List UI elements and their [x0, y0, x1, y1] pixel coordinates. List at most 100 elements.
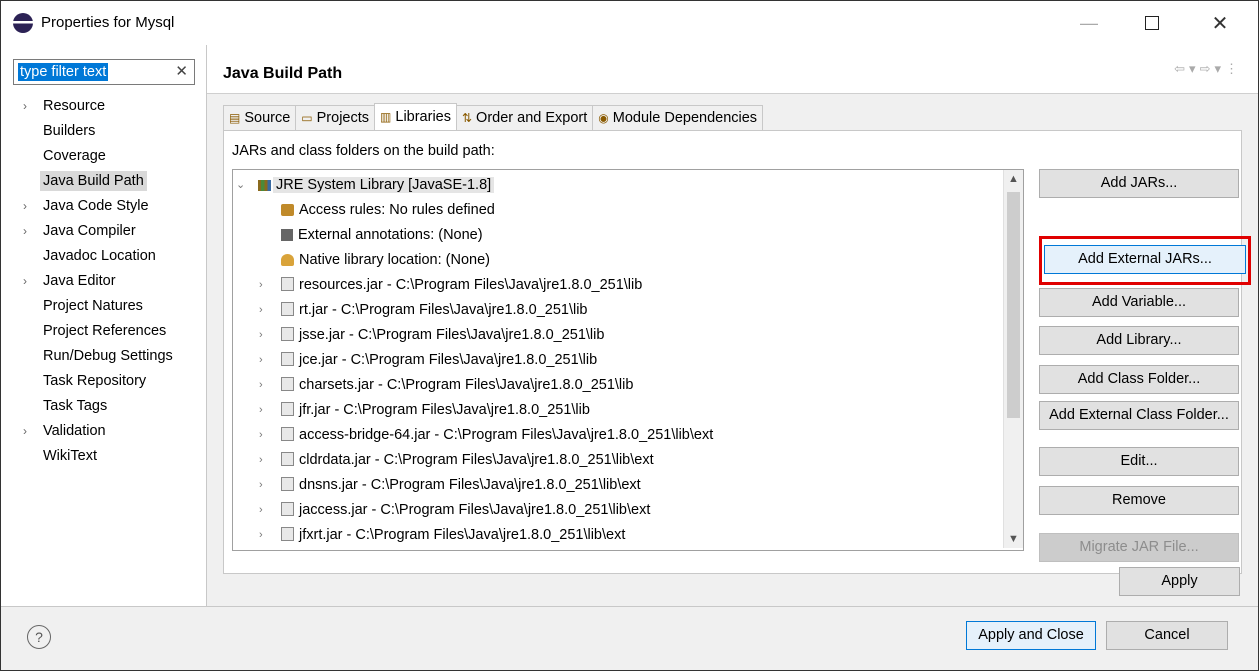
library-row[interactable]: › dnsns.jar - C:\Program Files\Java\jre1.… — [259, 473, 641, 498]
chevron-right-icon[interactable]: › — [259, 373, 263, 398]
cancel-button[interactable]: Cancel — [1106, 621, 1228, 650]
tab-order-and-export[interactable]: ⇅ Order and Export — [455, 105, 594, 130]
library-row[interactable]: › jfr.jar - C:\Program Files\Java\jre1.8.… — [259, 398, 590, 423]
nav-item[interactable]: Task Tags — [23, 394, 173, 419]
chevron-right-icon[interactable]: › — [259, 473, 263, 498]
nav-item[interactable]: Builders — [23, 119, 173, 144]
clear-filter-icon[interactable]: ✕ — [175, 62, 188, 80]
nav-item-label: Javadoc Location — [43, 248, 156, 264]
vertical-scrollbar[interactable]: ▲ ▼ — [1003, 170, 1023, 548]
chevron-right-icon[interactable]: › — [23, 219, 27, 244]
jar-icon — [281, 352, 294, 366]
chevron-right-icon[interactable]: › — [23, 194, 27, 219]
list-label: JARs and class folders on the build path… — [232, 143, 495, 159]
jar-icon — [281, 277, 294, 291]
chevron-right-icon[interactable]: › — [23, 419, 27, 444]
help-icon[interactable]: ? — [27, 625, 51, 649]
library-row[interactable]: › access-bridge-64.jar - C:\Program Files… — [259, 423, 714, 448]
add-external-class-folder-button[interactable]: Add External Class Folder... — [1039, 401, 1239, 430]
library-row-label: External annotations: (None) — [298, 227, 483, 243]
chevron-right-icon[interactable]: › — [259, 298, 263, 323]
library-row[interactable]: › jsse.jar - C:\Program Files\Java\jre1.8… — [259, 323, 604, 348]
library-row[interactable]: › cldrdata.jar - C:\Program Files\Java\jr… — [259, 448, 654, 473]
nav-item-label: Builders — [43, 123, 96, 139]
tab-source[interactable]: ▤ Source — [223, 105, 297, 130]
scroll-down-icon[interactable]: ▼ — [1004, 530, 1023, 548]
library-row[interactable]: › rt.jar - C:\Program Files\Java\jre1.8.0… — [259, 298, 588, 323]
library-row[interactable]: › charsets.jar - C:\Program Files\Java\jr… — [259, 373, 634, 398]
annotations-icon — [281, 229, 293, 241]
chevron-right-icon[interactable]: › — [259, 273, 263, 298]
property-nav-pane: type filter text ✕ › Resource Builders Cove… — [1, 45, 207, 606]
nav-item-label: Java Code Style — [43, 198, 149, 214]
history-nav-icons[interactable]: ⇦▾⇨▾⋮ — [1174, 61, 1242, 77]
nav-item[interactable]: Project Natures — [23, 294, 173, 319]
chevron-right-icon[interactable]: › — [23, 269, 27, 294]
tab-label: Projects — [316, 110, 370, 126]
library-tree[interactable]: ▲ ▼ ⌄ JRE System Library [JavaSE-1.8] Acce… — [232, 169, 1024, 551]
minimize-button[interactable]: — — [1066, 1, 1112, 45]
eclipse-icon — [13, 13, 33, 33]
chevron-right-icon[interactable]: › — [259, 323, 263, 348]
scroll-thumb[interactable] — [1007, 192, 1020, 418]
library-row-label: dnsns.jar - C:\Program Files\Java\jre1.8… — [299, 477, 641, 493]
add-class-folder-button[interactable]: Add Class Folder... — [1039, 365, 1239, 394]
chevron-right-icon[interactable]: › — [259, 423, 263, 448]
jar-icon — [281, 477, 294, 491]
chevron-right-icon[interactable]: › — [259, 348, 263, 373]
tab-label: Order and Export — [476, 110, 588, 126]
chevron-right-icon[interactable]: › — [259, 498, 263, 523]
library-row[interactable]: Native library location: (None) — [281, 248, 490, 273]
nav-item[interactable]: › Java Code Style — [23, 194, 173, 219]
access-rules-icon — [281, 204, 294, 216]
module-icon: ◉ — [598, 111, 609, 125]
apply-and-close-button[interactable]: Apply and Close — [966, 621, 1096, 650]
library-row-label: jfr.jar - C:\Program Files\Java\jre1.8.0… — [299, 402, 590, 418]
jar-icon — [281, 402, 294, 416]
dialog-footer: ? Apply and Close Cancel — [1, 606, 1258, 670]
library-row[interactable]: Access rules: No rules defined — [281, 198, 495, 223]
chevron-right-icon[interactable]: › — [259, 523, 263, 548]
library-row[interactable]: › resources.jar - C:\Program Files\Java\j… — [259, 273, 643, 298]
filter-text[interactable]: type filter text — [18, 63, 109, 81]
nav-item[interactable]: Run/Debug Settings — [23, 344, 173, 369]
nav-item[interactable]: Coverage — [23, 144, 173, 169]
chevron-right-icon[interactable]: › — [259, 448, 263, 473]
add-library-button[interactable]: Add Library... — [1039, 326, 1239, 355]
highlight-box — [1039, 236, 1251, 285]
chevron-down-icon[interactable]: ⌄ — [236, 173, 245, 198]
tab-projects[interactable]: ▭ Projects — [295, 105, 376, 130]
library-row[interactable]: › jfxrt.jar - C:\Program Files\Java\jre1.… — [259, 523, 625, 548]
edit-button[interactable]: Edit... — [1039, 447, 1239, 476]
nav-item[interactable]: › Java Editor — [23, 269, 173, 294]
library-row[interactable]: › jce.jar - C:\Program Files\Java\jre1.8.… — [259, 348, 597, 373]
library-row[interactable]: › jaccess.jar - C:\Program Files\Java\jre… — [259, 498, 650, 523]
migrate-jar-button: Migrate JAR File... — [1039, 533, 1239, 562]
nav-item[interactable]: › Validation — [23, 419, 173, 444]
library-row-label: cldrdata.jar - C:\Program Files\Java\jre… — [299, 452, 654, 468]
close-button[interactable]: ✕ — [1197, 1, 1243, 45]
library-row[interactable]: External annotations: (None) — [281, 223, 483, 248]
tab-libraries[interactable]: ▥ Libraries — [374, 103, 457, 130]
add-variable-button[interactable]: Add Variable... — [1039, 288, 1239, 317]
tab-module-dependencies[interactable]: ◉ Module Dependencies — [592, 105, 764, 130]
chevron-right-icon[interactable]: › — [23, 94, 27, 119]
nav-item[interactable]: › Java Compiler — [23, 219, 173, 244]
library-row-label: resources.jar - C:\Program Files\Java\jr… — [299, 277, 643, 293]
nav-item[interactable]: Java Build Path — [23, 169, 173, 194]
maximize-button[interactable] — [1129, 1, 1175, 45]
nav-item[interactable]: Javadoc Location — [23, 244, 173, 269]
library-row-label: charsets.jar - C:\Program Files\Java\jre… — [299, 377, 634, 393]
library-row[interactable]: ⌄ JRE System Library [JavaSE-1.8] — [236, 173, 495, 198]
filter-input[interactable]: type filter text ✕ — [13, 59, 195, 85]
remove-button[interactable]: Remove — [1039, 486, 1239, 515]
nav-item[interactable]: Project References — [23, 319, 173, 344]
chevron-right-icon[interactable]: › — [259, 398, 263, 423]
apply-button[interactable]: Apply — [1119, 567, 1240, 596]
scroll-up-icon[interactable]: ▲ — [1004, 170, 1023, 188]
add-jars-button[interactable]: Add JARs... — [1039, 169, 1239, 198]
library-row-label: access-bridge-64.jar - C:\Program Files\… — [299, 427, 714, 443]
nav-item[interactable]: Task Repository — [23, 369, 173, 394]
nav-item[interactable]: WikiText — [23, 444, 173, 469]
nav-item[interactable]: › Resource — [23, 94, 173, 119]
